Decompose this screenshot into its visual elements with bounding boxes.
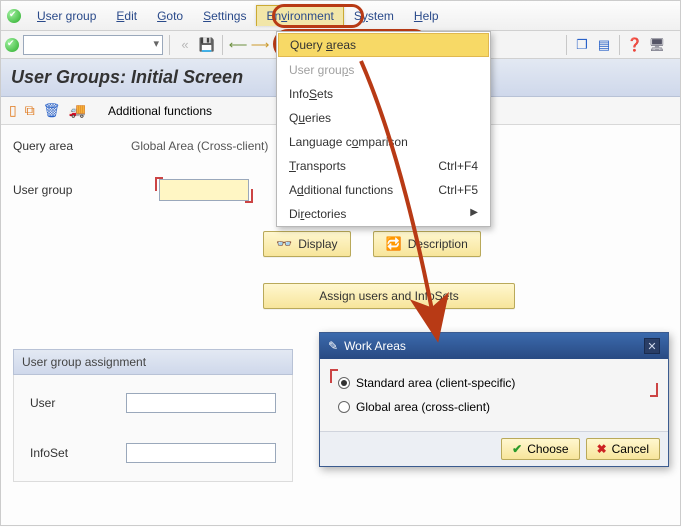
user-group-label: User group	[13, 183, 123, 197]
dd-queries[interactable]: Queries	[277, 106, 490, 130]
back-icon[interactable]: «	[176, 36, 194, 54]
dialog-title: Work Areas	[344, 339, 406, 353]
radio-global-area[interactable]: Global area (cross-client)	[334, 398, 654, 416]
user-group-input[interactable]	[159, 179, 249, 201]
check-icon: ✔	[512, 442, 522, 456]
user-input[interactable]	[126, 393, 276, 413]
menubar: User group Edit Goto Settings Environmen…	[1, 1, 680, 31]
display-button[interactable]: 👓Display	[263, 231, 351, 257]
command-field[interactable]	[23, 35, 163, 55]
window-icon: ✎	[328, 339, 338, 353]
separator	[619, 35, 620, 55]
environment-dropdown: Query areas User groups InfoSets Queries…	[276, 31, 491, 227]
infoset-label: InfoSet	[30, 446, 118, 460]
dd-user-groups: User groups	[277, 58, 490, 82]
ok-icon	[7, 9, 21, 23]
cancel-button[interactable]: ✖Cancel	[586, 438, 660, 460]
radio-label: Standard area (client-specific)	[356, 376, 515, 390]
user-label: User	[30, 396, 118, 410]
dd-additional-functions[interactable]: Additional functionsCtrl+F5	[277, 178, 490, 202]
separator	[222, 35, 223, 55]
radio-icon	[338, 401, 350, 413]
panel-title: User group assignment	[13, 349, 293, 375]
create-icon[interactable]: ▯	[9, 102, 17, 119]
work-areas-dialog: ✎ Work Areas ✕ Standard area (client-spec…	[319, 332, 669, 467]
dd-transports[interactable]: TransportsCtrl+F4	[277, 154, 490, 178]
additional-functions-label[interactable]: Additional functions	[108, 104, 212, 118]
dd-lang-comparison[interactable]: Language comparison	[277, 130, 490, 154]
menu-help[interactable]: Help	[404, 5, 449, 27]
help-icon[interactable]: ❓	[626, 36, 644, 54]
change-icon: 🔁	[386, 236, 402, 252]
radio-icon	[338, 377, 350, 389]
ok-icon[interactable]	[5, 38, 19, 52]
menu-system[interactable]: System	[344, 5, 404, 27]
menu-edit[interactable]: Edit	[106, 5, 147, 27]
newwin-icon[interactable]: ❐	[573, 36, 591, 54]
panel-body: User InfoSet	[13, 375, 293, 482]
dd-infosets[interactable]: InfoSets	[277, 82, 490, 106]
back-arrow-icon[interactable]: ⟵	[229, 36, 247, 54]
monitor-icon[interactable]: 🖥	[648, 36, 666, 54]
save-icon[interactable]: 💾	[198, 36, 216, 54]
separator	[566, 35, 567, 55]
query-area-label: Query area	[13, 139, 123, 153]
radio-label: Global area (cross-client)	[356, 400, 490, 414]
radio-standard-area[interactable]: Standard area (client-specific)	[338, 376, 650, 390]
layout-icon[interactable]: ▤	[595, 36, 613, 54]
chevron-right-icon: ▶	[470, 207, 478, 221]
dd-directories[interactable]: Directories▶	[277, 202, 490, 226]
close-icon[interactable]: ✕	[644, 338, 660, 354]
menu-environment[interactable]: Environment	[256, 5, 343, 26]
glasses-icon: 👓	[276, 236, 292, 252]
copy-icon[interactable]: ⧉	[25, 102, 35, 119]
dialog-footer: ✔Choose ✖Cancel	[320, 431, 668, 466]
dialog-titlebar: ✎ Work Areas ✕	[320, 333, 668, 359]
dialog-body: Standard area (client-specific) Global a…	[320, 359, 668, 431]
menu-settings[interactable]: Settings	[193, 5, 256, 27]
menu-goto[interactable]: Goto	[147, 5, 193, 27]
assign-button[interactable]: Assign users and InfoSets	[263, 283, 515, 309]
dd-query-areas[interactable]: Query areas	[278, 33, 489, 57]
query-area-value: Global Area (Cross-client)	[131, 139, 268, 153]
choose-button[interactable]: ✔Choose	[501, 438, 579, 460]
transport-icon[interactable]: 🚚	[69, 102, 86, 119]
delete-icon[interactable]: 🗑	[43, 102, 61, 119]
separator	[169, 35, 170, 55]
menu-user-group[interactable]: User group	[27, 5, 106, 27]
description-button[interactable]: 🔁Description	[373, 231, 481, 257]
infoset-input[interactable]	[126, 443, 276, 463]
exit-arrow-icon[interactable]: ⟶	[251, 36, 269, 54]
x-icon: ✖	[597, 442, 607, 456]
